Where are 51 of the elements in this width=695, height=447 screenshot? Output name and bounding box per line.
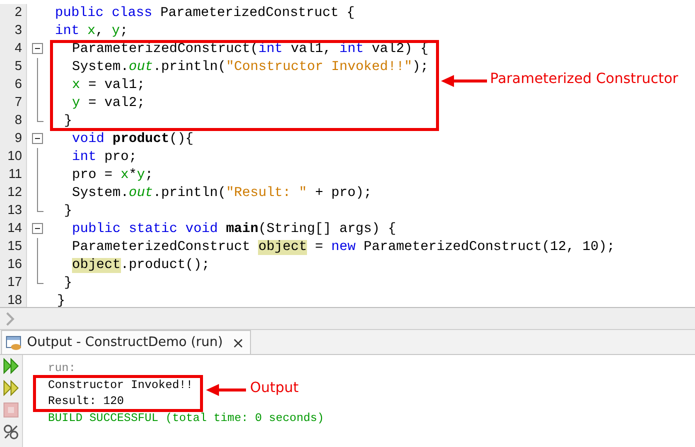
code-line: }	[57, 294, 66, 307]
line-number: 8	[0, 112, 27, 130]
line-number: 6	[0, 76, 27, 94]
output-line: run:	[48, 362, 76, 377]
run-again-icon[interactable]	[3, 358, 19, 374]
line-number: 5	[0, 58, 27, 76]
line-number: 18	[0, 292, 27, 307]
line-number: 3	[0, 22, 27, 40]
code-line: int pro;	[72, 150, 137, 164]
collapse-icon[interactable]	[32, 133, 43, 144]
code-line: int x, y;	[55, 24, 128, 38]
settings-icon[interactable]	[3, 424, 19, 440]
code-line: x = val1;	[72, 78, 145, 92]
window-icon	[6, 336, 22, 350]
annotation-label: Output	[250, 380, 299, 396]
code-line: public class ParameterizedConstruct {	[55, 6, 355, 20]
output-line: Result: 120	[48, 395, 124, 410]
output-line: BUILD SUCCESSFUL (total time: 0 seconds)	[48, 412, 324, 426]
line-number: 2	[0, 4, 27, 22]
run-icon[interactable]	[3, 380, 19, 396]
code-line: object.product();	[72, 258, 210, 272]
code-line: public static void main(String[] args) {	[72, 222, 396, 236]
line-number: 16	[0, 256, 27, 274]
tab-title: Output - ConstructDemo (run)	[27, 335, 223, 350]
line-number: 4	[0, 40, 27, 58]
arrow	[206, 384, 246, 396]
line-number: 7	[0, 94, 27, 112]
code-line: ParameterizedConstruct object = new ParameterizedConstruct(12, 10);	[72, 240, 615, 254]
output-line: Constructor Invoked!!	[48, 378, 193, 394]
line-number: 9	[0, 130, 27, 148]
collapse-icon[interactable]	[32, 43, 43, 54]
close-button[interactable]: ×	[232, 334, 244, 352]
line-number: 14	[0, 220, 27, 238]
code-line: y = val2;	[72, 96, 145, 110]
arrow	[441, 75, 487, 87]
code-line: pro = x*y;	[72, 168, 154, 182]
line-number: 11	[0, 166, 27, 184]
line-number: 17	[0, 274, 27, 292]
line-number: 12	[0, 184, 27, 202]
line-number: 10	[0, 148, 27, 166]
code-line: }	[64, 276, 72, 290]
code-line: void product(){	[72, 132, 194, 146]
code-line: }	[64, 114, 72, 128]
collapse-icon[interactable]	[32, 223, 43, 234]
output-tab[interactable]: Output - ConstructDemo (run) ×	[1, 330, 252, 354]
code-line: }	[64, 204, 72, 218]
annotation-label: Parameterized Constructor	[490, 71, 678, 87]
code-line: System.out.println("Result: " + pro);	[72, 186, 372, 200]
line-number: 13	[0, 202, 27, 220]
line-number: 15	[0, 238, 27, 256]
code-line: System.out.println("Constructor Invoked!!");	[72, 60, 428, 74]
